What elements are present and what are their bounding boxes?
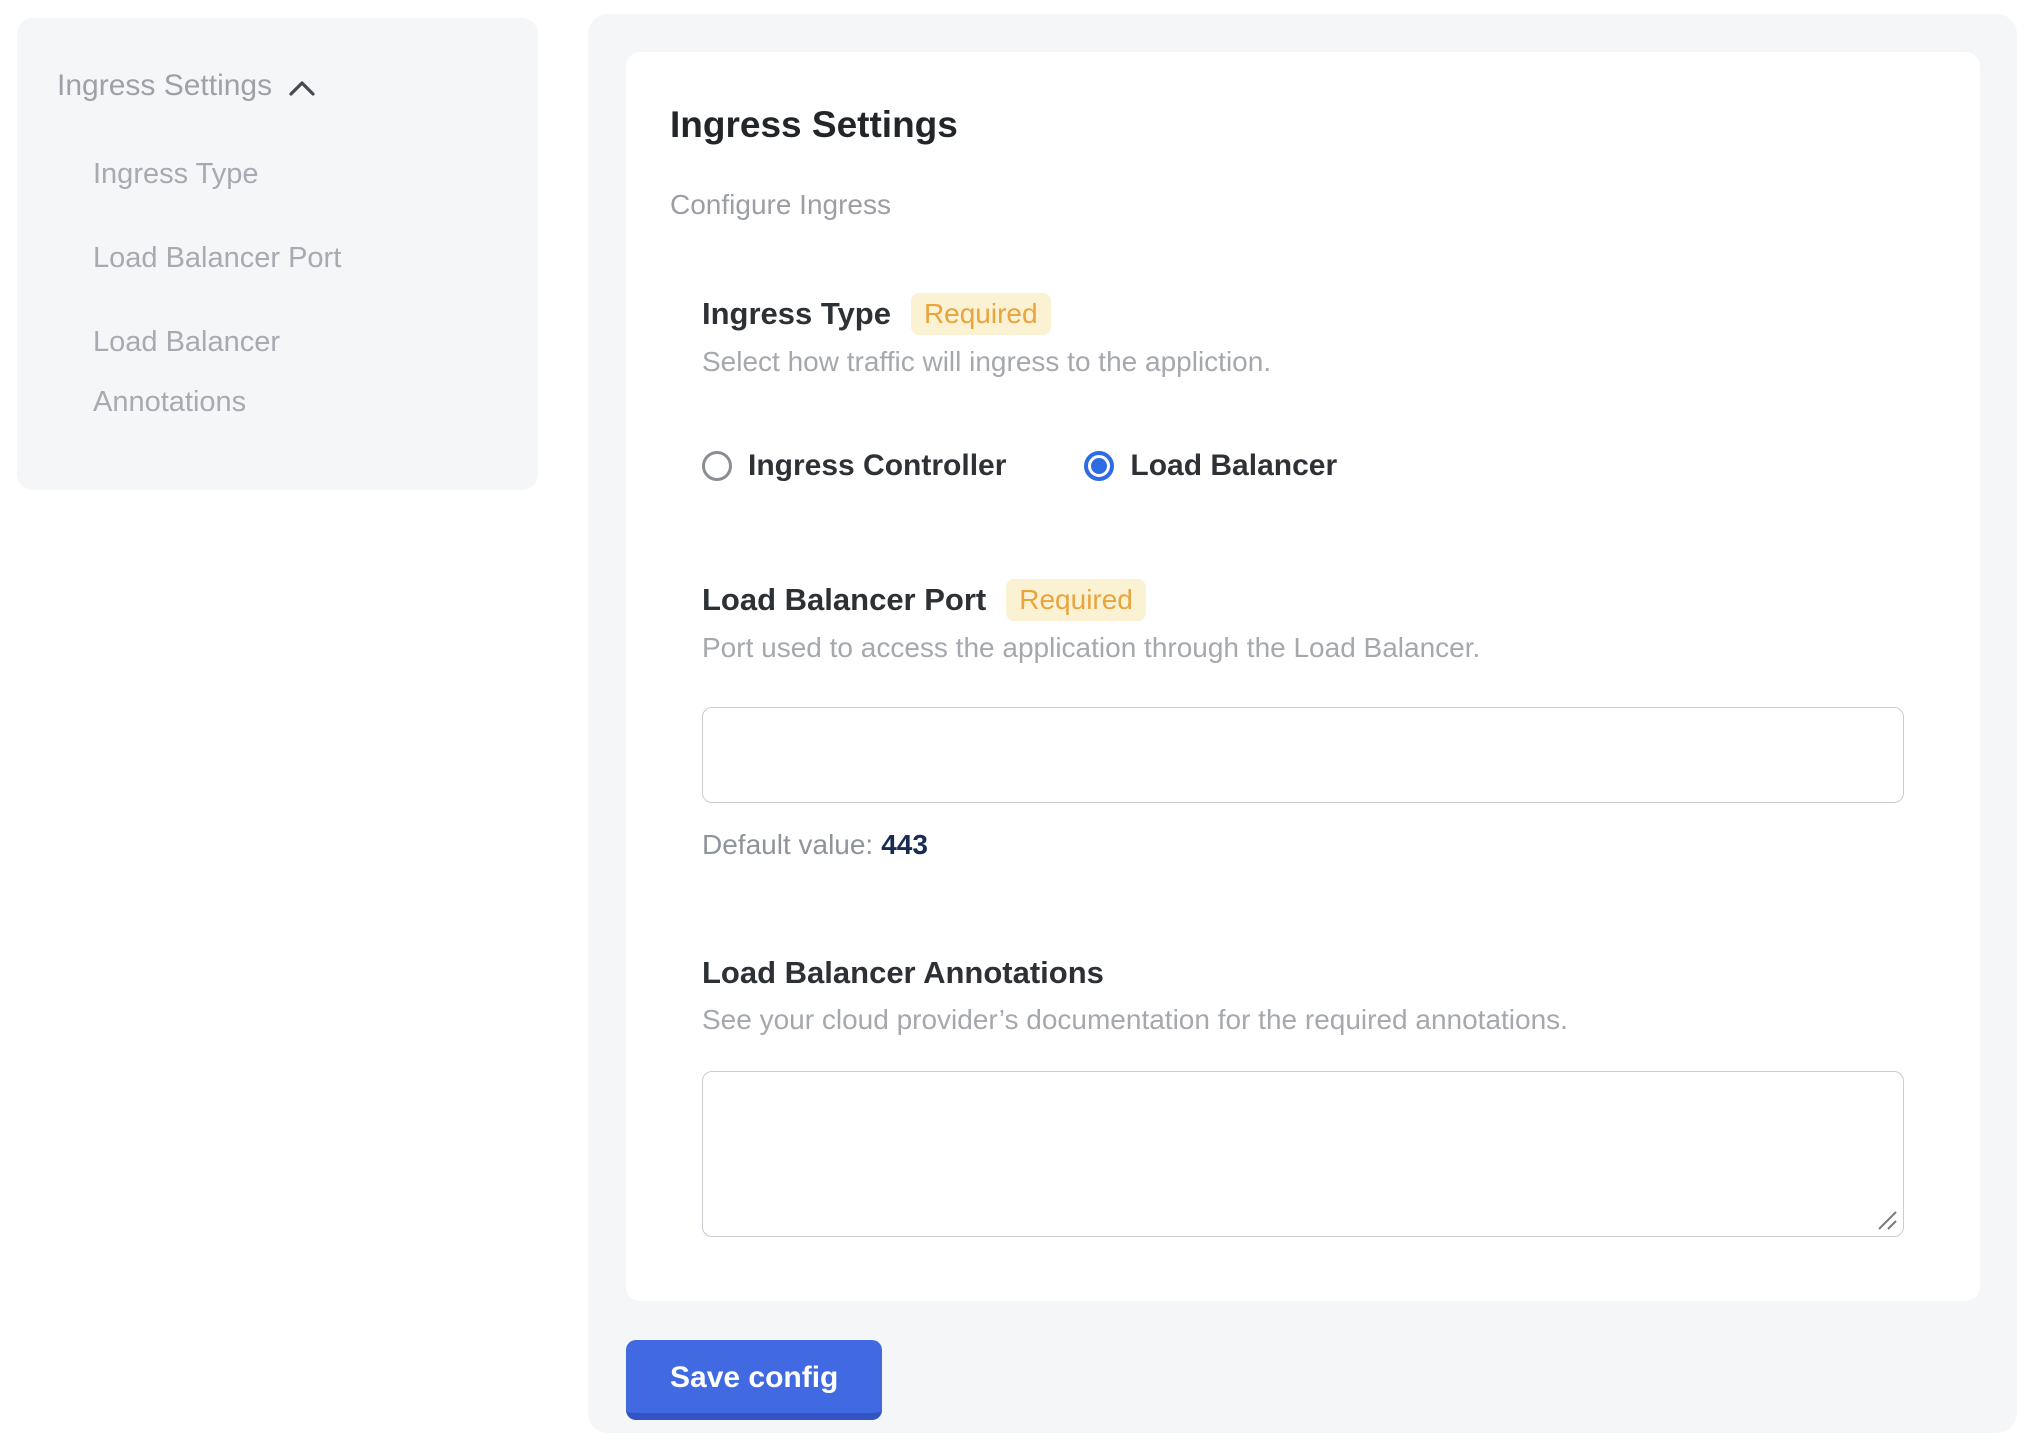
section-ingress-type: Ingress Type Required Select how traffic…	[702, 293, 1904, 483]
ingress-type-label-row: Ingress Type Required	[702, 293, 1904, 335]
sidebar-item-ingress-settings[interactable]: Ingress Settings	[57, 64, 502, 108]
radio-checked-icon[interactable]	[1084, 451, 1114, 481]
lb-annotations-description: See your cloud provider’s documentation …	[702, 1001, 1904, 1039]
sidebar-item-load-balancer-port[interactable]: Load Balancer Port	[93, 228, 363, 288]
section-load-balancer-annotations: Load Balancer Annotations See your cloud…	[702, 953, 1904, 1237]
lb-port-description: Port used to access the application thro…	[702, 629, 1904, 667]
radio-load-balancer-label: Load Balancer	[1130, 449, 1337, 483]
radio-unchecked-icon[interactable]	[702, 451, 732, 481]
lb-port-default-row: Default value: 443	[702, 829, 1904, 861]
radio-ingress-controller-label: Ingress Controller	[748, 449, 1006, 483]
required-badge: Required	[1006, 579, 1146, 621]
sidebar-item-ingress-type[interactable]: Ingress Type	[93, 144, 363, 204]
main-panel: Ingress Settings Configure Ingress Ingre…	[588, 14, 2017, 1433]
settings-sidebar: Ingress Settings Ingress Type Load Balan…	[17, 18, 538, 490]
ingress-type-radio-group: Ingress Controller Load Balancer	[702, 449, 1904, 483]
sidebar-subitems: Ingress Type Load Balancer Port Load Bal…	[93, 144, 363, 432]
section-load-balancer-port: Load Balancer Port Required Port used to…	[702, 579, 1904, 861]
resize-handle-icon[interactable]	[1875, 1208, 1899, 1232]
load-balancer-port-input[interactable]	[702, 707, 1904, 803]
default-value: 443	[881, 829, 928, 860]
radio-ingress-controller[interactable]: Ingress Controller	[702, 449, 1006, 483]
sidebar-item-load-balancer-annotations[interactable]: Load Balancer Annotations	[93, 312, 363, 432]
ingress-type-description: Select how traffic will ingress to the a…	[702, 343, 1904, 381]
ingress-settings-card: Ingress Settings Configure Ingress Ingre…	[626, 52, 1980, 1301]
default-value-label: Default value:	[702, 829, 873, 860]
lb-port-label: Load Balancer Port	[702, 580, 986, 620]
lb-annotations-label-row: Load Balancer Annotations	[702, 953, 1904, 993]
sidebar-parent-label: Ingress Settings	[57, 66, 272, 106]
save-config-button[interactable]: Save config	[626, 1340, 882, 1420]
page-title: Ingress Settings	[670, 104, 1936, 147]
form-sections: Ingress Type Required Select how traffic…	[702, 293, 1904, 1237]
page-subtitle: Configure Ingress	[670, 189, 1936, 221]
ingress-type-label: Ingress Type	[702, 294, 891, 334]
lb-annotations-textarea-wrap	[702, 1071, 1904, 1237]
radio-load-balancer[interactable]: Load Balancer	[1084, 449, 1337, 483]
lb-port-label-row: Load Balancer Port Required	[702, 579, 1904, 621]
load-balancer-annotations-textarea[interactable]	[702, 1071, 1904, 1237]
lb-annotations-label: Load Balancer Annotations	[702, 953, 1104, 993]
required-badge: Required	[911, 293, 1051, 335]
chevron-up-icon[interactable]	[288, 68, 316, 108]
